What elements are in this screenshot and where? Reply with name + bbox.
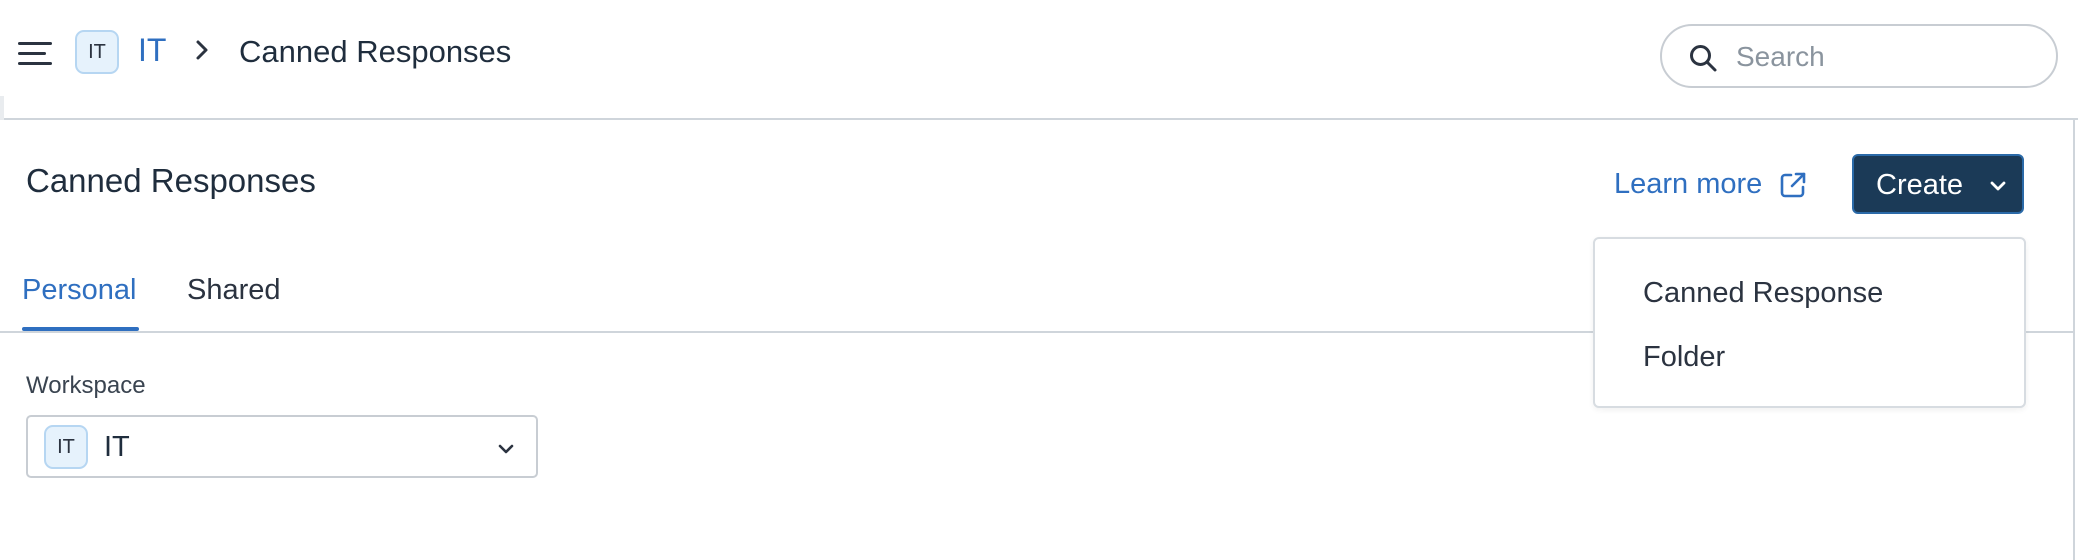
top-bar: IT IT Canned Responses [0,0,2078,118]
tab-shared[interactable]: Shared [187,274,281,307]
create-button-label: Create [1876,169,1964,201]
search-icon [1690,45,1717,72]
create-button[interactable]: Create [1852,154,2024,214]
search-box[interactable] [1660,24,2058,88]
menu-icon[interactable] [18,40,52,68]
chevron-down-icon [498,444,514,454]
menu-item-canned-response[interactable]: Canned Response [1643,277,1883,310]
workspace-select-value: IT [104,431,130,463]
workspace-avatar[interactable]: IT [75,30,119,74]
breadcrumb-current-page: Canned Responses [239,34,512,69]
workspace-field-label: Workspace [26,372,146,399]
external-link-icon[interactable] [1778,170,1808,200]
menu-item-folder[interactable]: Folder [1643,341,1725,374]
workspace-select[interactable]: IT IT [26,415,538,478]
search-input[interactable] [1734,36,2038,78]
breadcrumb-workspace-link[interactable]: IT [138,32,166,69]
learn-more-link[interactable]: Learn more [1614,168,1762,201]
page-title: Canned Responses [26,162,316,199]
chevron-down-icon [1990,181,2006,191]
workspace-select-avatar: IT [44,425,88,469]
content-right-border [2073,118,2075,560]
chevron-right-icon [196,40,208,60]
header-divider [4,118,2078,120]
tab-personal[interactable]: Personal [22,274,136,307]
sidebar-edge [0,96,4,120]
create-dropdown-menu: Canned Response Folder [1593,237,2026,408]
